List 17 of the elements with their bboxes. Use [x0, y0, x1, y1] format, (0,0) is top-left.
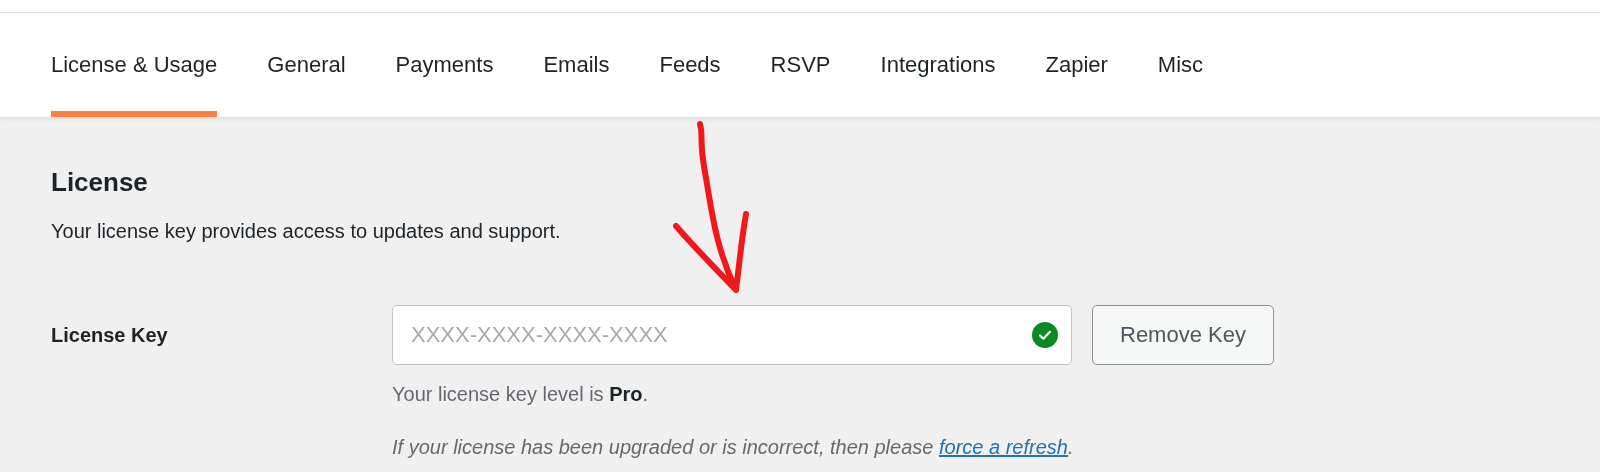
section-description: Your license key provides access to updates and support.	[51, 220, 562, 243]
tab[interactable]: RSVP	[770, 13, 831, 117]
remove-key-button[interactable]: Remove Key	[1092, 305, 1274, 365]
tab[interactable]: Emails	[543, 13, 610, 117]
tab[interactable]: Payments	[395, 13, 494, 117]
level-note: Your license key level is Pro.	[392, 383, 650, 406]
tab[interactable]: Misc	[1157, 13, 1204, 117]
refresh-link[interactable]: force a refresh	[939, 436, 1068, 458]
section-title: License	[51, 167, 149, 198]
refresh-note: If your license has been upgraded or is incorrect, then please force a refresh.	[392, 436, 1075, 459]
tab[interactable]: License & Usage	[51, 13, 218, 117]
license-key-field[interactable]: XXXX-XXXX-XXXX-XXXX	[392, 305, 1072, 365]
field-label: License Key	[51, 323, 169, 347]
tab[interactable]: General	[267, 13, 346, 117]
tab[interactable]: Feeds	[659, 13, 721, 117]
tab[interactable]: Integrations	[880, 13, 996, 117]
tab[interactable]: Zapier	[1045, 13, 1108, 117]
